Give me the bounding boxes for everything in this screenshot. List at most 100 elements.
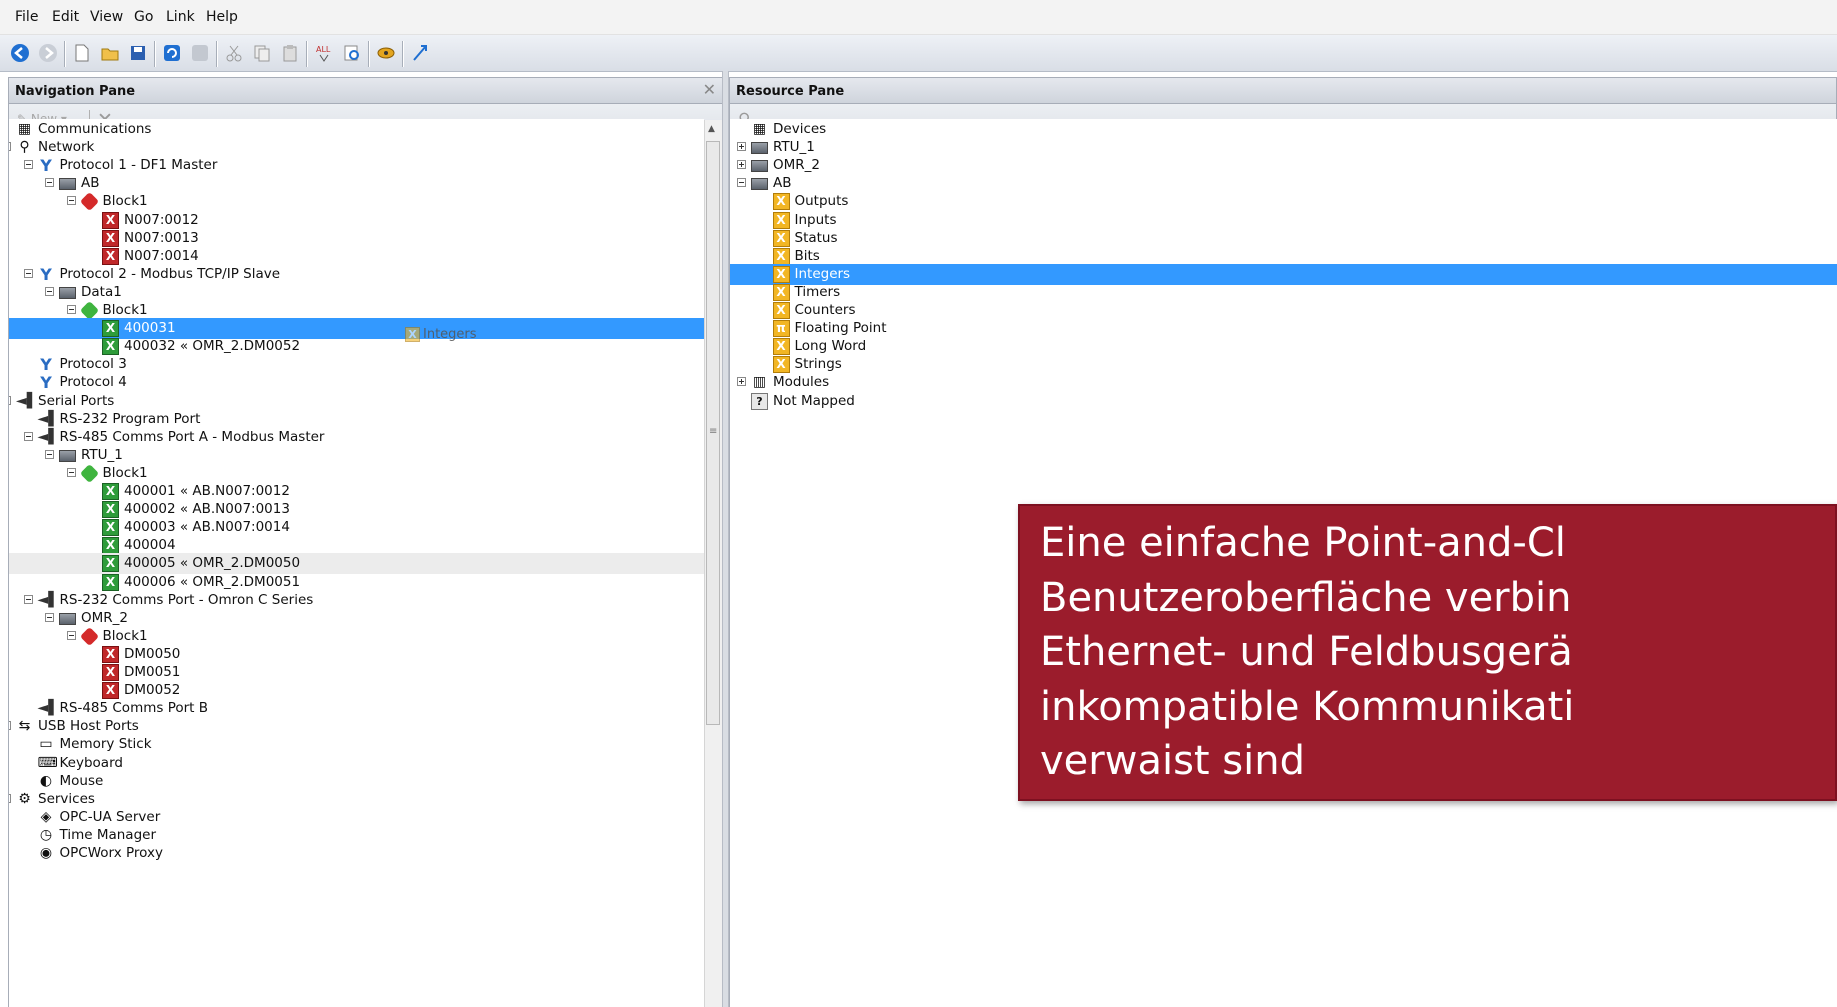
green-tag-icon: X [102,338,119,356]
link-icon[interactable] [376,43,396,63]
red-tag-icon: X [102,682,119,700]
green-tag-icon: X [102,501,119,519]
menu-file[interactable]: File [15,9,38,25]
device-icon [751,178,768,191]
undo-icon[interactable] [162,43,182,63]
services-icon: ⚙ [18,790,31,807]
menu-go[interactable]: Go [134,9,153,25]
new-file-icon[interactable] [72,43,92,63]
resource-pane-title: Resource Pane [736,84,845,99]
network-icon: ⚲ [19,139,30,156]
scroll-up-arrow[interactable]: ▲ [708,124,715,134]
mouse-icon: ◐ [39,772,53,789]
find-all-icon[interactable]: ALL [314,43,334,63]
toolbar-separator [64,41,66,67]
send-icon[interactable] [410,43,430,63]
yellow-tag-icon: X [772,302,790,319]
collapse-icon[interactable] [66,467,76,477]
device-icon [59,449,76,462]
red-tag-icon: X [102,229,119,247]
collapse-icon[interactable] [45,178,54,188]
time-manager-icon: ◷ [39,826,53,843]
callout-text: Eine einfache Point-and-Cl Benutzeroberf… [1040,520,1575,784]
collapse-icon[interactable] [737,178,746,188]
port-icon: ◄▌ [37,428,60,445]
modules-icon: ▥ [752,374,767,391]
green-tag-icon: X [102,555,119,573]
paste-icon[interactable] [280,43,300,63]
red-tag-icon: X [102,664,119,681]
cut-icon[interactable] [224,43,244,63]
memory-stick-icon: ▭ [39,736,53,753]
collapse-icon[interactable] [45,449,54,459]
menu-edit[interactable]: Edit [52,9,79,25]
yellow-tag-icon: X [772,229,790,247]
red-tag-icon: X [102,247,119,265]
marketing-callout: Eine einfache Point-and-Cl Benutzeroberf… [1018,504,1837,801]
toolbar-separator [368,41,370,67]
devices-icon: ▦ [752,121,767,137]
redo-icon[interactable] [190,43,210,63]
collapse-icon[interactable] [9,721,11,731]
collapse-icon[interactable] [66,305,76,314]
yellow-tag-icon: X [405,327,420,342]
find-icon[interactable] [342,43,362,63]
forward-icon[interactable] [38,43,58,63]
collapse-icon[interactable] [9,395,11,405]
copy-icon[interactable] [252,43,272,63]
collapse-icon[interactable] [23,160,33,170]
device-icon [59,178,76,191]
save-icon[interactable] [128,43,148,63]
collapse-icon[interactable] [23,268,33,278]
device-icon [751,142,768,155]
navigation-tree: ▦ Communications ⚲ Network Y Protocol 1 - DF1… [8,119,704,1007]
yellow-tag-icon: X [772,265,790,283]
red-tag-icon: X [102,211,119,229]
pane-splitter[interactable] [722,71,729,1007]
collapse-icon[interactable] [66,630,76,640]
collapse-icon[interactable] [45,612,54,622]
yellow-tag-icon: X [772,356,790,374]
expand-icon[interactable] [737,142,746,152]
device-icon [59,286,76,299]
protocol-icon: Y [40,264,52,284]
collapse-icon[interactable] [23,431,33,441]
yellow-tag-icon: X [772,283,790,301]
tree-item[interactable]: ? Not Mapped [730,391,1837,412]
green-tag-icon: X [102,320,119,338]
close-icon[interactable]: ✕ [703,80,716,99]
green-tag-icon: X [102,483,119,500]
toolbar-separator [402,41,404,67]
tree-item[interactable]: ◉ OPCWorx Proxy [9,843,704,864]
toolbar-separator [216,41,218,67]
expand-icon[interactable] [737,160,746,170]
collapse-icon[interactable] [23,594,33,604]
toolbar-separator [306,41,308,67]
device-icon [59,612,76,625]
drag-ghost-label: Integers [423,327,477,342]
menu-view[interactable]: View [90,9,123,25]
collapse-icon[interactable] [45,286,54,296]
port-icon: ◄▌ [37,700,60,717]
float-tag-icon: π [772,320,790,338]
collapse-icon[interactable] [9,142,11,152]
toolbar-separator [154,41,156,67]
tree-item-label: Not Mapped [773,392,855,409]
protocol-icon: Y [40,355,52,375]
open-folder-icon[interactable] [100,43,120,63]
expand-icon[interactable] [737,377,746,387]
toolbar [0,35,1837,72]
opcua-icon: ◈ [40,808,52,825]
menu-link[interactable]: Link [166,9,195,25]
collapse-icon[interactable] [66,196,76,206]
navigation-pane-header: Navigation Pane ✕ [8,77,723,104]
yellow-tag-icon: X [772,211,790,229]
back-icon[interactable] [10,43,30,63]
device-icon [751,160,768,173]
port-icon: ◄▌ [37,591,60,608]
menu-help[interactable]: Help [206,9,238,25]
protocol-icon: Y [40,373,52,393]
collapse-icon[interactable] [9,793,11,803]
green-tag-icon: X [102,519,119,537]
green-tag-icon: X [102,537,119,555]
